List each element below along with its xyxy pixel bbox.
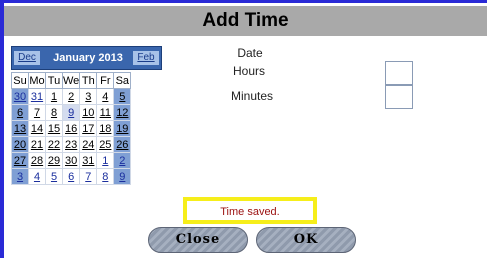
hours-label: Hours xyxy=(232,64,265,78)
weekday-header: Th xyxy=(79,72,98,89)
calendar-day[interactable]: 29 xyxy=(45,152,63,169)
calendar-day[interactable]: 5 xyxy=(45,168,63,185)
weekday-header: Tu xyxy=(45,72,63,89)
calendar-day[interactable]: 15 xyxy=(45,120,63,137)
calendar-day[interactable]: 23 xyxy=(61,136,81,153)
calendar-day[interactable]: 28 xyxy=(28,152,46,169)
dialog-title: Add Time xyxy=(4,6,487,36)
calendar-day[interactable]: 8 xyxy=(45,104,63,121)
calendar-day[interactable]: 3 xyxy=(11,168,29,185)
calendar-day[interactable]: 26 xyxy=(113,136,132,153)
minutes-field[interactable] xyxy=(385,85,413,109)
calendar-day[interactable]: 31 xyxy=(79,152,98,169)
status-message-box: Time saved. xyxy=(183,197,317,224)
calendar-day[interactable]: 17 xyxy=(79,120,98,137)
weekday-header: We xyxy=(61,72,81,89)
close-button[interactable]: Close xyxy=(148,227,248,253)
calendar-day[interactable]: 9 xyxy=(113,168,132,185)
calendar-day[interactable]: 8 xyxy=(96,168,115,185)
calendar-day[interactable]: 21 xyxy=(28,136,46,153)
calendar-week-row: 3456789 xyxy=(11,168,132,185)
calendar-day[interactable]: 10 xyxy=(79,104,98,121)
calendar-week-row: 27 28 29 30 31 1 2 xyxy=(11,152,132,169)
calendar-day[interactable]: 18 xyxy=(96,120,115,137)
hours-field[interactable] xyxy=(385,61,413,85)
calendar-day[interactable]: 11 xyxy=(96,104,115,121)
calendar-day[interactable]: 16 xyxy=(61,120,81,137)
calendar-grid: Su Mo Tu We Th Fr Sa 30 31 1 2 3 4 5 6 7 8 9 10 11 12 13 14 15… xyxy=(11,72,132,185)
calendar-day[interactable]: 6 xyxy=(11,104,29,121)
calendar-day[interactable]: 9 xyxy=(61,104,81,121)
calendar-day[interactable]: 3 xyxy=(79,88,98,105)
calendar-day[interactable]: 4 xyxy=(96,88,115,105)
calendar-day[interactable]: 5 xyxy=(113,88,132,105)
minutes-label: Minutes xyxy=(230,89,274,103)
next-month-button[interactable]: Feb xyxy=(133,51,159,65)
window-left-border xyxy=(0,0,4,258)
calendar-day[interactable]: 4 xyxy=(28,168,46,185)
calendar-week-row: 13 14 15 16 17 18 19 xyxy=(11,120,132,137)
weekday-header: Fr xyxy=(96,72,115,89)
prev-month-button[interactable]: Dec xyxy=(14,51,40,65)
weekday-header: Su xyxy=(11,72,29,89)
calendar-day[interactable]: 2 xyxy=(113,152,132,169)
calendar-day[interactable]: 14 xyxy=(28,120,46,137)
calendar-header: Dec January 2013 Feb xyxy=(11,46,162,70)
weekday-header-row: Su Mo Tu We Th Fr Sa xyxy=(11,72,132,89)
calendar-day[interactable]: 2 xyxy=(61,88,81,105)
date-picker-calendar: Dec January 2013 Feb Su Mo Tu We Th Fr Sa 30 31… xyxy=(11,46,162,205)
calendar-day[interactable]: 30 xyxy=(11,88,29,105)
calendar-day[interactable]: 27 xyxy=(11,152,29,169)
calendar-day[interactable]: 22 xyxy=(45,136,63,153)
calendar-day[interactable]: 7 xyxy=(28,104,46,121)
calendar-day[interactable]: 1 xyxy=(96,152,115,169)
calendar-day[interactable]: 24 xyxy=(79,136,98,153)
calendar-day[interactable]: 12 xyxy=(113,104,132,121)
window-top-border xyxy=(0,0,487,3)
calendar-week-row: 20 21 22 23 24 25 26 xyxy=(11,136,132,153)
weekday-header: Mo xyxy=(28,72,46,89)
calendar-day[interactable]: 7 xyxy=(79,168,98,185)
calendar-day[interactable]: 25 xyxy=(96,136,115,153)
calendar-week-row: 30 31 1 2 3 4 5 xyxy=(11,88,132,105)
calendar-day[interactable]: 13 xyxy=(11,120,29,137)
calendar-day[interactable]: 20 xyxy=(11,136,29,153)
status-message: Time saved. xyxy=(220,206,280,218)
ok-button[interactable]: OK xyxy=(256,227,356,253)
calendar-day[interactable]: 6 xyxy=(61,168,81,185)
date-label: Date xyxy=(237,46,263,60)
time-form: Date Hours Minutes xyxy=(205,44,487,109)
calendar-day[interactable]: 19 xyxy=(113,120,132,137)
calendar-day[interactable]: 31 xyxy=(28,88,46,105)
calendar-week-row: 6 7 8 9 10 11 12 xyxy=(11,104,132,121)
calendar-day[interactable]: 30 xyxy=(61,152,81,169)
weekday-header: Sa xyxy=(113,72,132,89)
calendar-month-title: January 2013 xyxy=(53,52,123,64)
calendar-day[interactable]: 1 xyxy=(45,88,63,105)
